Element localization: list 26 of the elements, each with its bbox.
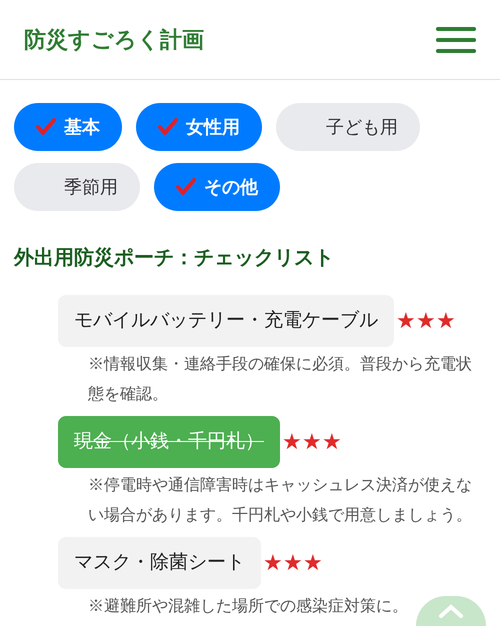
star-icon: ★ <box>436 310 456 332</box>
check-icon <box>176 178 196 196</box>
check-icon <box>36 118 56 136</box>
app-title: 防災すごろく計画 <box>24 26 204 54</box>
filter-chip[interactable]: 女性用 <box>136 103 262 151</box>
star-icon: ★ <box>416 310 436 332</box>
star-icon: ★ <box>322 431 342 453</box>
chevron-up-icon <box>438 604 464 618</box>
filter-chip[interactable]: 子ども用 <box>276 103 420 151</box>
section-heading: 外出用防災ポーチ：チェックリスト <box>12 246 335 271</box>
checklist-item[interactable]: マスク・除菌シート <box>58 537 261 589</box>
filter-chip[interactable]: その他 <box>154 163 280 211</box>
checklist-item[interactable]: モバイルバッテリー・充電ケーブル <box>58 295 394 347</box>
item-note: ※情報収集・連絡手段の確保に必須。普段から充電状態を確認。 <box>87 354 473 405</box>
star-icon: ★ <box>396 310 416 332</box>
star-icon: ★ <box>283 552 303 574</box>
filter-chip[interactable]: 季節用 <box>14 163 140 211</box>
star-icon: ★ <box>302 431 322 453</box>
star-icon: ★ <box>282 431 302 453</box>
star-icon: ★ <box>303 552 323 574</box>
menu-icon[interactable] <box>436 26 476 52</box>
star-icon: ★ <box>263 552 283 574</box>
item-note: ※停電時や通信障害時はキャッシュレス決済が使えない場合があります。千円札や小銭で用意しましょう。 <box>87 476 473 526</box>
filter-chip[interactable]: 基本 <box>14 103 122 151</box>
item-note: ※避難所や混雑した場所での感染症対策に。 <box>87 596 408 617</box>
check-icon <box>158 118 178 136</box>
